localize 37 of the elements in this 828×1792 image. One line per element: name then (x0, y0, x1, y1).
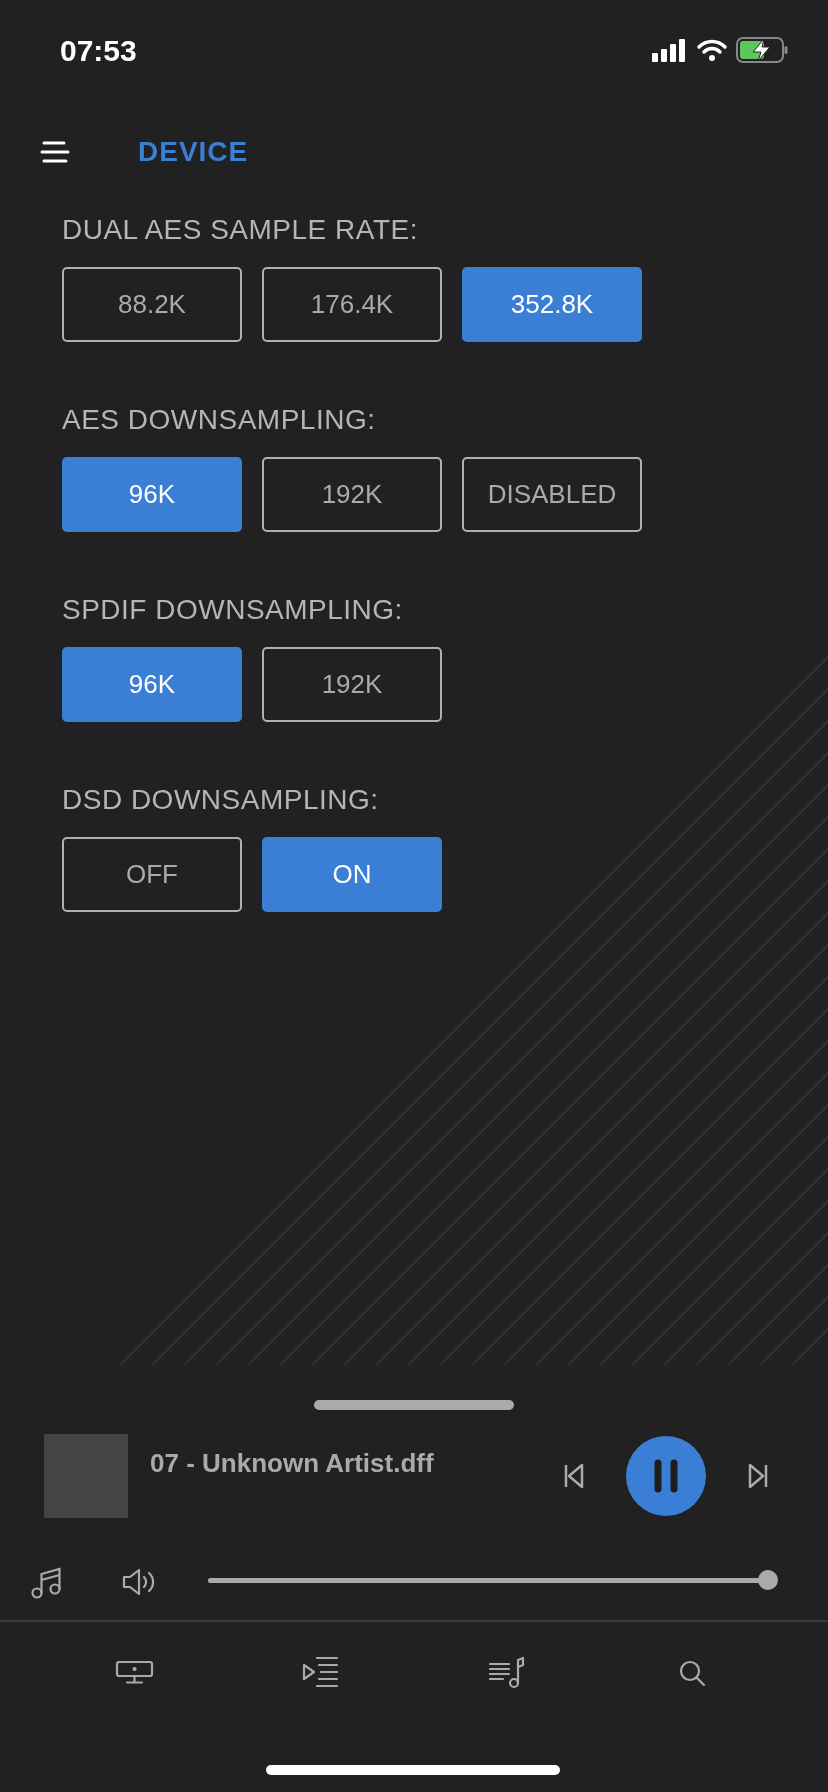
setting-label: SPDIF DOWNSAMPLING: (62, 593, 404, 627)
next-icon (746, 1463, 770, 1489)
option-button[interactable]: DISABLED (462, 457, 642, 532)
option-button[interactable]: 192K (262, 457, 442, 532)
option-button[interactable]: OFF (62, 837, 242, 912)
drag-handle[interactable] (314, 1400, 514, 1410)
option-button[interactable]: ON (262, 837, 442, 912)
playlist-music-icon (487, 1656, 527, 1690)
speaker-icon (122, 1567, 156, 1597)
wifi-icon (696, 38, 728, 62)
track-title: 07 - Unknown Artist.dff (150, 1447, 435, 1480)
next-button[interactable] (746, 1463, 770, 1489)
setting-label: DSD DOWNSAMPLING: (62, 783, 380, 817)
menu-button[interactable] (40, 141, 70, 163)
music-button[interactable] (30, 1565, 64, 1599)
play-queue-tab[interactable] (301, 1656, 341, 1690)
previous-button[interactable] (562, 1463, 586, 1489)
setting-label: DUAL AES SAMPLE RATE: (62, 213, 419, 247)
volume-button[interactable] (122, 1567, 156, 1597)
signal-icon (652, 38, 688, 62)
menu-icon (40, 141, 70, 163)
pause-icon (653, 1459, 679, 1493)
option-button[interactable]: 192K (262, 647, 442, 722)
status-time: 07:53 (60, 32, 137, 69)
previous-icon (562, 1463, 586, 1489)
music-note-icon (30, 1565, 64, 1599)
option-button[interactable]: 88.2K (62, 267, 242, 342)
play-queue-icon (301, 1656, 341, 1690)
battery-charging-icon (736, 37, 788, 63)
option-button[interactable]: 352.8K (462, 267, 642, 342)
page-title: DEVICE (138, 135, 249, 169)
setting-label: AES DOWNSAMPLING: (62, 403, 377, 437)
option-button[interactable]: 96K (62, 457, 242, 532)
playlist-music-tab[interactable] (487, 1656, 527, 1690)
volume-thumb[interactable] (758, 1570, 778, 1590)
option-button[interactable]: 96K (62, 647, 242, 722)
option-button[interactable]: 176.4K (262, 267, 442, 342)
